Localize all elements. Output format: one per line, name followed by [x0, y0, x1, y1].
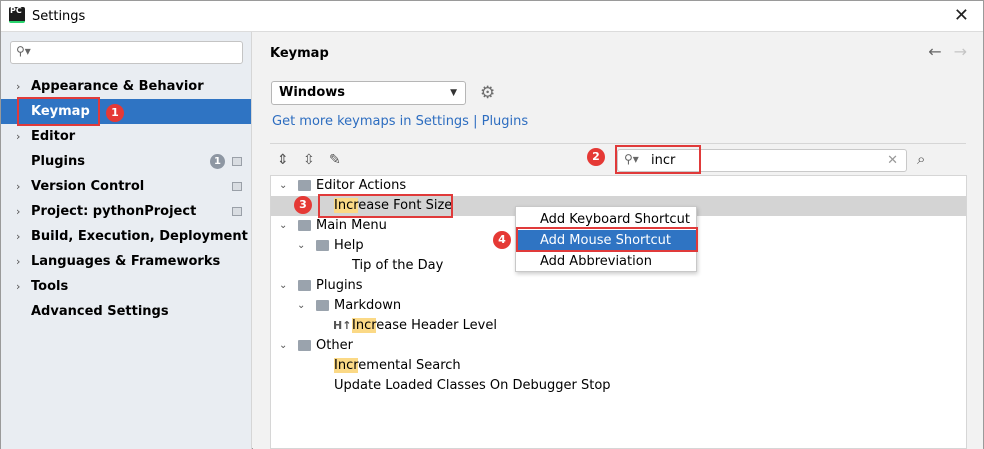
project-level-icon [232, 207, 242, 216]
divider [270, 143, 966, 144]
other-folder-icon [298, 340, 311, 351]
chevron-right-icon[interactable]: › [16, 249, 20, 274]
tree-row-label: Help [334, 238, 364, 253]
sidebar-item-label: Version Control [31, 179, 145, 194]
pycharm-app-icon: PC [9, 7, 25, 23]
sidebar-item-label: Tools [31, 279, 69, 294]
chevron-right-icon[interactable]: › [16, 174, 20, 199]
sidebar-item-editor[interactable]: › Editor [1, 124, 251, 149]
sidebar-item-label: Appearance & Behavior [31, 79, 204, 94]
label-rest: ease Header Level [376, 318, 497, 333]
keymap-select[interactable]: Windows ▼ [271, 81, 466, 105]
page-title: Keymap [270, 46, 329, 61]
sidebar-item-tools[interactable]: › Tools [1, 274, 251, 299]
history-nav: ← → [916, 42, 967, 61]
chevron-right-icon[interactable]: › [16, 199, 20, 224]
window-title: Settings [32, 9, 86, 24]
sidebar-item-label: Advanced Settings [31, 304, 169, 319]
folder-icon [316, 300, 329, 311]
callout-number: 3 [294, 196, 312, 214]
tree-row-editor-actions[interactable]: ⌄ Editor Actions [271, 176, 966, 196]
add-abbreviation-item[interactable]: Add Abbreviation [516, 251, 696, 272]
tree-row-plugins[interactable]: ⌄ Plugins [271, 276, 966, 296]
chevron-down-icon[interactable]: ⌄ [297, 296, 305, 316]
search-icon: ⚲▾ [16, 44, 31, 58]
sidebar-item-languages[interactable]: › Languages & Frameworks [1, 249, 251, 274]
callout-box-keymap [17, 97, 100, 126]
tree-row-label: Update Loaded Classes On Debugger Stop [334, 378, 611, 393]
sidebar-item-label: Languages & Frameworks [31, 254, 221, 269]
close-icon[interactable]: ✕ [954, 7, 969, 25]
edit-pencil-icon[interactable]: ✎ [329, 152, 341, 168]
tree-row-label: Editor Actions [316, 178, 407, 193]
sidebar-item-appearance[interactable]: › Appearance & Behavior [1, 74, 251, 99]
sidebar-item-plugins[interactable]: Plugins 1 [1, 149, 251, 174]
tree-row-label: Tip of the Day [352, 258, 444, 273]
sidebar-item-label: Build, Execution, Deployment [31, 229, 248, 244]
callout-box-menu-item [516, 227, 698, 252]
callout-number: 2 [587, 148, 605, 166]
tree-row-label: Markdown [334, 298, 402, 313]
sidebar-item-label: Project: pythonProject [31, 204, 197, 219]
tree-row-label: Plugins [316, 278, 363, 293]
find-by-shortcut-icon[interactable]: ⌕ [917, 150, 925, 168]
sidebar-item-label: Editor [31, 129, 76, 144]
callout-number: 1 [106, 104, 124, 122]
project-level-icon [232, 182, 242, 191]
tree-row-update-loaded-classes[interactable]: Update Loaded Classes On Debugger Stop [271, 376, 966, 396]
header-level-icon: H↑ [333, 319, 352, 332]
label-rest: emental Search [358, 358, 461, 373]
sidebar-item-advanced[interactable]: Advanced Settings [1, 299, 251, 324]
clear-icon[interactable]: ✕ [887, 153, 898, 168]
search-match: Incr [352, 318, 377, 333]
settings-sidebar: ⚲▾ › Appearance & Behavior Keymap › Edit… [1, 32, 252, 449]
chevron-right-icon[interactable]: › [16, 224, 20, 249]
chevron-right-icon[interactable]: › [16, 74, 20, 99]
collapse-all-icon[interactable]: ⇳ [303, 152, 315, 168]
tree-row-increase-header-level[interactable]: H↑ Increase Header Level [271, 316, 966, 336]
chevron-down-icon[interactable]: ⌄ [279, 176, 287, 196]
title-bar: PC Settings ✕ [1, 1, 983, 32]
sidebar-item-build[interactable]: › Build, Execution, Deployment [1, 224, 251, 249]
chevron-down-icon[interactable]: ⌄ [279, 216, 287, 236]
callout-box-action [318, 194, 453, 218]
back-arrow-icon[interactable]: ← [928, 42, 941, 61]
expand-all-icon[interactable]: ⇕ [277, 152, 289, 168]
folder-icon [316, 240, 329, 251]
tree-row-markdown[interactable]: ⌄ Markdown [271, 296, 966, 316]
menu-folder-icon [298, 220, 311, 231]
sidebar-item-project[interactable]: › Project: pythonProject [1, 199, 251, 224]
settings-window: PC Settings ✕ ⚲▾ › Appearance & Behavior… [0, 0, 984, 449]
chevron-down-icon[interactable]: ⌄ [279, 276, 287, 296]
sidebar-item-label: Plugins [31, 154, 85, 169]
more-keymaps-link[interactable]: Get more keymaps in Settings | Plugins [272, 114, 528, 129]
chevron-down-icon[interactable]: ⌄ [297, 236, 305, 256]
tree-row-label: Main Menu [316, 218, 387, 233]
chevron-down-icon: ▼ [450, 88, 457, 98]
project-level-icon [232, 157, 242, 166]
gear-icon[interactable]: ⚙ [480, 83, 495, 103]
settings-search-input[interactable]: ⚲▾ [10, 41, 243, 64]
folder-icon [298, 280, 311, 291]
tree-row-label: Incremental Search [334, 356, 461, 376]
sidebar-item-version-control[interactable]: › Version Control [1, 174, 251, 199]
callout-number: 4 [493, 231, 511, 249]
search-match: Incr [334, 358, 359, 373]
tree-row-label: Other [316, 338, 353, 353]
chevron-right-icon[interactable]: › [16, 274, 20, 299]
chevron-right-icon[interactable]: › [16, 124, 20, 149]
tree-row-other[interactable]: ⌄ Other [271, 336, 966, 356]
tree-row-label: Increase Header Level [352, 316, 497, 336]
keymap-select-value: Windows [279, 85, 346, 100]
callout-box-filter [615, 145, 701, 174]
editor-actions-folder-icon [298, 180, 311, 191]
forward-arrow-icon[interactable]: → [954, 42, 967, 61]
chevron-down-icon[interactable]: ⌄ [279, 336, 287, 356]
tree-row-incremental-search[interactable]: Incremental Search [271, 356, 966, 376]
updates-badge: 1 [210, 154, 225, 169]
